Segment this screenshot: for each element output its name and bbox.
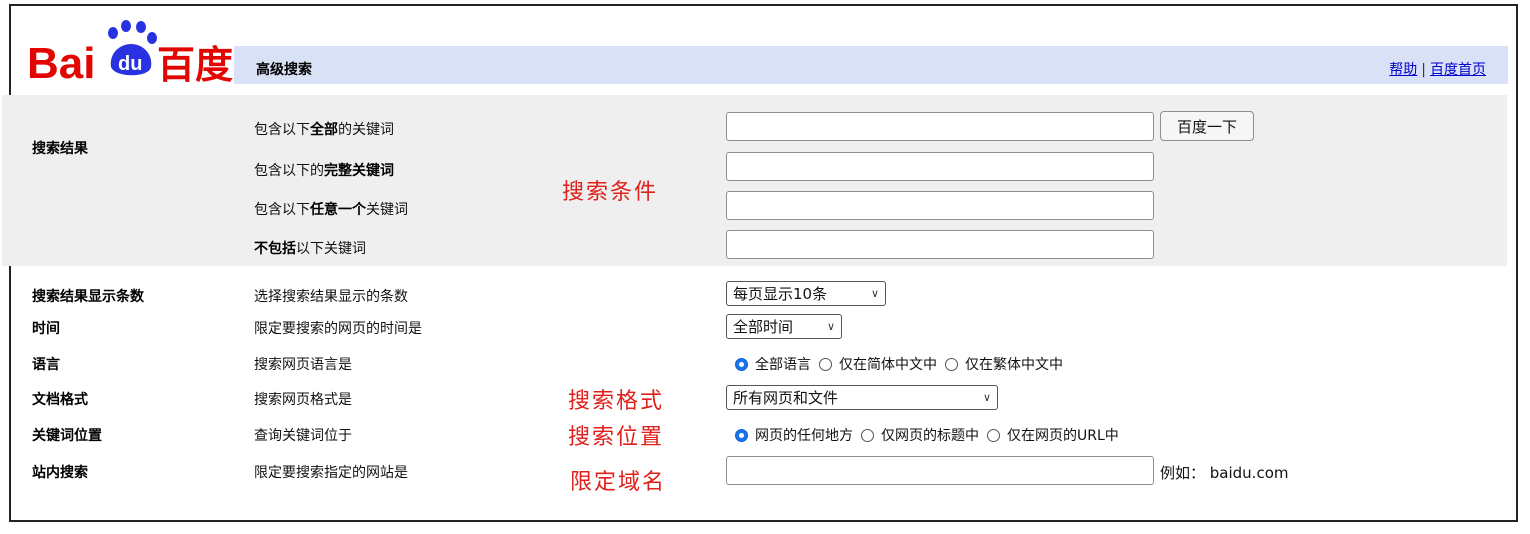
annotation-search-position: 搜索位置 — [568, 425, 665, 450]
format-value: 所有网页和文件 — [733, 389, 839, 407]
radio-button-checked[interactable] — [735, 357, 748, 371]
top-links: 帮助 | 百度首页 — [1389, 59, 1486, 79]
exact-phrase-input[interactable] — [726, 152, 1154, 181]
chevron-down-icon: ∨ — [826, 320, 835, 333]
radio-button[interactable] — [987, 428, 1000, 442]
site-example-text: 例如： baidu.com — [1160, 464, 1289, 482]
format-label: 文档格式 — [32, 392, 88, 408]
chevron-down-icon: ∨ — [982, 391, 991, 404]
results-per-page-select[interactable]: 每页显示10条 ∨ — [726, 281, 886, 306]
site-search-input[interactable] — [726, 456, 1154, 485]
exclude-keywords-label: 不包括以下关键词 — [254, 241, 366, 257]
logo-paw-text: du — [118, 53, 142, 75]
chevron-down-icon: ∨ — [870, 287, 879, 300]
search-results-label: 搜索结果 — [32, 141, 88, 157]
language-radio-group: 全部语言 仅在简体中文中 仅在繁体中文中 — [735, 354, 1071, 374]
all-keywords-input[interactable] — [726, 112, 1154, 141]
results-count-desc: 选择搜索结果显示的条数 — [254, 289, 408, 305]
annotation-search-conditions: 搜索条件 — [562, 180, 659, 205]
radio-anywhere[interactable]: 网页的任何地方 — [735, 425, 853, 445]
link-separator: | — [1421, 62, 1426, 78]
radio-button[interactable] — [819, 357, 832, 371]
position-radio-group: 网页的任何地方 仅网页的标题中 仅在网页的URL中 — [735, 425, 1127, 445]
baidu-logo-graphic: Bai du 百度 — [27, 20, 233, 88]
radio-simplified-chinese[interactable]: 仅在简体中文中 — [819, 354, 937, 374]
radio-url-only[interactable]: 仅在网页的URL中 — [987, 425, 1119, 445]
time-label: 时间 — [32, 321, 60, 337]
logo-text-left: Bai — [27, 39, 95, 84]
results-count-label: 搜索结果显示条数 — [32, 289, 144, 305]
paw-icon: du — [108, 20, 157, 76]
annotation-search-format: 搜索格式 — [568, 389, 665, 414]
radio-title-only[interactable]: 仅网页的标题中 — [861, 425, 979, 445]
site-search-desc: 限定要搜索指定的网站是 — [254, 465, 408, 481]
time-desc: 限定要搜索的网页的时间是 — [254, 321, 422, 337]
site-search-label: 站内搜索 — [32, 465, 88, 481]
language-desc: 搜索网页语言是 — [254, 357, 352, 373]
baidu-home-link[interactable]: 百度首页 — [1430, 62, 1486, 78]
help-link[interactable]: 帮助 — [1389, 62, 1417, 78]
results-per-page-value: 每页显示10条 — [733, 285, 828, 303]
any-keyword-label: 包含以下任意一个关键词 — [254, 202, 408, 218]
radio-all-languages[interactable]: 全部语言 — [735, 354, 811, 374]
format-desc: 搜索网页格式是 — [254, 392, 352, 408]
annotation-limit-domain: 限定域名 — [570, 470, 667, 495]
language-label: 语言 — [32, 357, 60, 373]
logo-text-right: 百度 — [157, 43, 233, 84]
radio-button[interactable] — [861, 428, 874, 442]
baidu-logo[interactable]: Bai du 百度 — [25, 12, 245, 88]
exact-phrase-label: 包含以下的完整关键词 — [254, 163, 394, 179]
time-range-value: 全部时间 — [733, 318, 794, 336]
radio-button-checked[interactable] — [735, 428, 748, 442]
radio-button[interactable] — [945, 357, 958, 371]
format-select[interactable]: 所有网页和文件 ∨ — [726, 385, 998, 410]
all-keywords-label: 包含以下全部的关键词 — [254, 122, 394, 138]
exclude-keywords-input[interactable] — [726, 230, 1154, 259]
keyword-position-label: 关键词位置 — [32, 428, 102, 444]
baidu-search-button[interactable]: 百度一下 — [1160, 111, 1255, 141]
radio-traditional-chinese[interactable]: 仅在繁体中文中 — [945, 354, 1063, 374]
time-range-select[interactable]: 全部时间 ∨ — [726, 314, 842, 339]
header-bar — [234, 46, 1508, 84]
keyword-position-desc: 查询关键词位于 — [254, 428, 352, 444]
any-keyword-input[interactable] — [726, 191, 1154, 220]
page-title: 高级搜索 — [256, 62, 312, 78]
